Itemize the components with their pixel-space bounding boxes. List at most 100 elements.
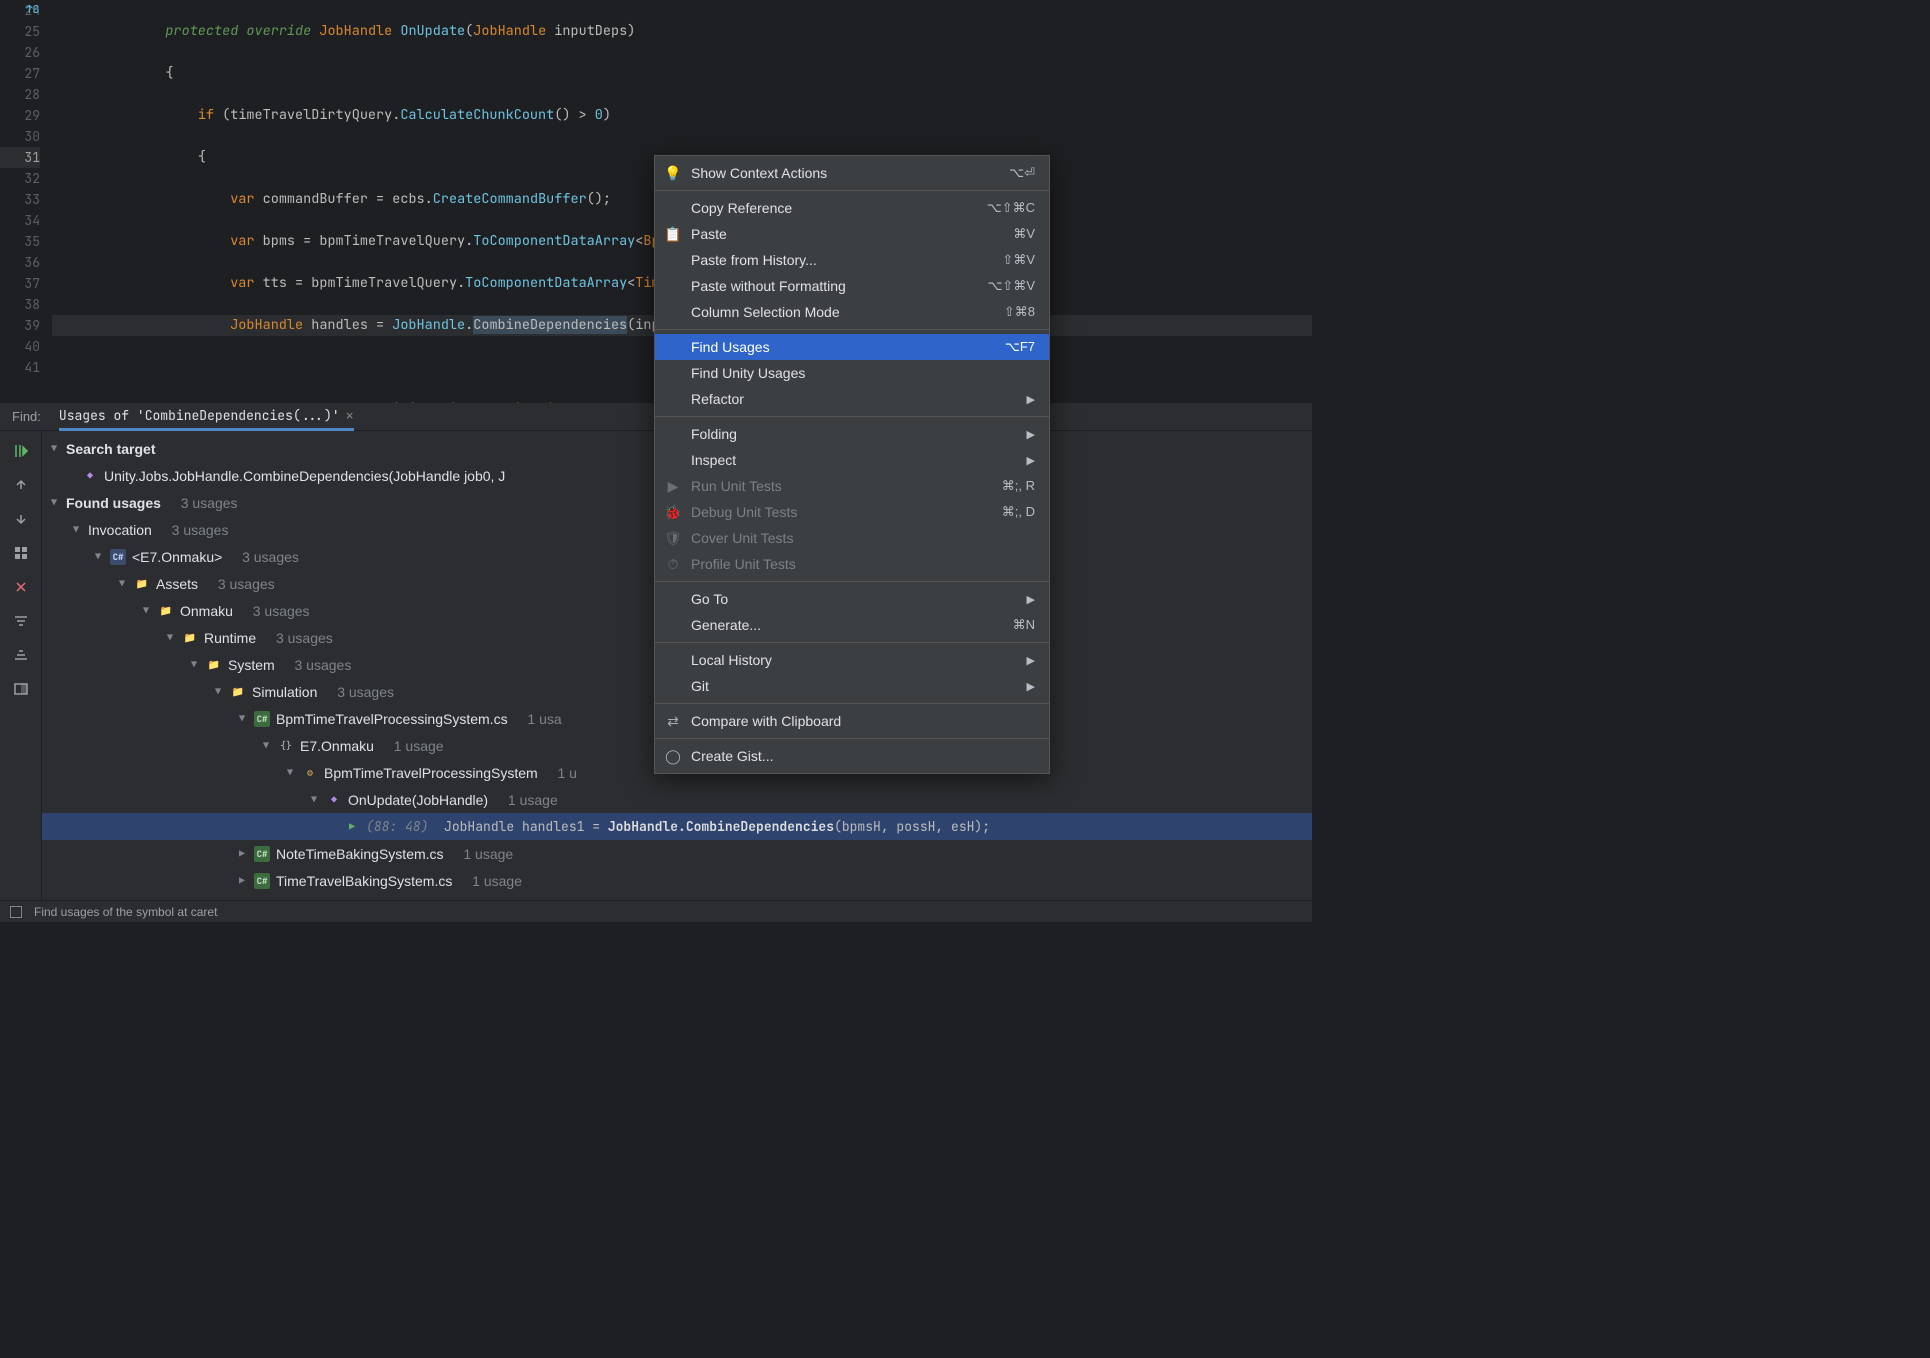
run-icon: ▶: [344, 819, 360, 835]
item-label: Inspect: [691, 452, 1017, 468]
prev-icon[interactable]: [9, 473, 33, 497]
item-label: Column Selection Mode: [691, 304, 994, 320]
ctx-inspect[interactable]: Inspect ▶: [655, 447, 1049, 473]
found-count: 3 usages: [181, 495, 238, 511]
usage-pre: JobHandle handles1 =: [444, 818, 608, 835]
item-label: Local History: [691, 652, 1017, 668]
item-label: Folding: [691, 426, 1017, 442]
file-count: 1 usage: [472, 873, 522, 889]
ident: timeTravelDirtyQuery: [230, 106, 392, 124]
ident: bpms: [263, 232, 295, 250]
ident: handles: [311, 316, 368, 334]
item-label: Profile Unit Tests: [691, 556, 1035, 572]
expand-icon[interactable]: [9, 609, 33, 633]
ctx-local-history[interactable]: Local History▶: [655, 647, 1049, 673]
ctx-goto[interactable]: Go To▶: [655, 586, 1049, 612]
ctx-generate[interactable]: Generate... ⌘N: [655, 612, 1049, 638]
folder-label: System: [228, 657, 275, 673]
next-icon[interactable]: [9, 507, 33, 531]
folder-label: Assets: [156, 576, 198, 592]
ctx-folding[interactable]: Folding▶: [655, 421, 1049, 447]
ctx-find-unity-usages[interactable]: Find Unity Usages: [655, 360, 1049, 386]
method-call: CreateCommandBuffer: [433, 190, 587, 208]
module-icon: C#: [110, 549, 126, 565]
ident: tts: [263, 274, 287, 292]
ctx-paste-history[interactable]: Paste from History...⇧⌘V: [655, 247, 1049, 273]
ctx-find-usages[interactable]: Find Usages⌥F7: [655, 334, 1049, 360]
item-shortcut: ⌘;, R: [1002, 478, 1035, 494]
folder-label: Runtime: [204, 630, 256, 646]
type: JobHandle: [230, 316, 303, 334]
csharp-file-icon: C#: [254, 846, 270, 862]
group-label: Invocation: [88, 522, 152, 538]
usage-row-selected[interactable]: ▶(88: 48) JobHandle handles1 = JobHandle…: [42, 813, 1312, 840]
collapse-icon[interactable]: [9, 643, 33, 667]
folder-count: 3 usages: [218, 576, 275, 592]
folder-icon: 📁: [158, 603, 174, 619]
item-shortcut: ⇧⌘8: [1004, 304, 1035, 320]
item-label: Git: [691, 678, 1017, 694]
preview-icon[interactable]: [9, 677, 33, 701]
ctx-show-context-actions[interactable]: 💡Show Context Actions⌥⏎: [655, 160, 1049, 186]
item-label: Find Unity Usages: [691, 365, 1035, 381]
keyword-if: if: [198, 106, 214, 124]
submenu-arrow-icon: ▶: [1027, 680, 1035, 693]
find-tab[interactable]: Usages of 'CombineDependencies(...)' ✕: [59, 403, 354, 431]
folder-count: 3 usages: [295, 657, 352, 673]
ctx-paste[interactable]: 📋Paste⌘V: [655, 221, 1049, 247]
item-shortcut: ⌘N: [1013, 617, 1035, 633]
item-label: Compare with Clipboard: [691, 713, 1035, 729]
method-call: ToComponentDataArray: [465, 274, 627, 292]
folder-count: 3 usages: [337, 684, 394, 700]
find-tab-label: Usages of 'CombineDependencies(...)': [59, 407, 340, 424]
file-row[interactable]: ▶C#TimeTravelBakingSystem.cs 1 usage: [42, 867, 1312, 894]
item-label: Paste without Formatting: [691, 278, 977, 294]
group-count: 3 usages: [172, 522, 229, 538]
ctx-profile-tests: ⏱Profile Unit Tests: [655, 551, 1049, 577]
keyword-var: var: [230, 232, 254, 250]
module-label: <E7.Onmaku>: [132, 549, 222, 565]
submenu-arrow-icon: ▶: [1027, 454, 1035, 467]
ns-count: 1 usage: [394, 738, 444, 754]
keyword-var: var: [230, 274, 254, 292]
ctx-refactor[interactable]: Refactor▶: [655, 386, 1049, 412]
run-icon: ▶: [665, 478, 681, 494]
item-label: Debug Unit Tests: [691, 504, 992, 520]
file-row[interactable]: ▶C#NoteTimeBakingSystem.cs 1 usage: [42, 840, 1312, 867]
file-label: NoteTimeBakingSystem.cs: [276, 846, 444, 862]
ctx-column-select[interactable]: Column Selection Mode ⇧⌘8: [655, 299, 1049, 325]
ident: commandBuffer: [263, 190, 368, 208]
bug-icon: 🐞: [665, 504, 681, 520]
type: JobHandle: [392, 316, 465, 334]
ns-label: E7.Onmaku: [300, 738, 374, 754]
ident: bpmTimeTravelQuery: [319, 232, 465, 250]
method-row[interactable]: ▼◆OnUpdate(JobHandle) 1 usage: [42, 786, 1312, 813]
ctx-git[interactable]: Git ▶: [655, 673, 1049, 699]
item-shortcut: ⌥F7: [1005, 339, 1035, 355]
close-icon[interactable]: ✕: [346, 407, 354, 424]
method-call-selected: CombineDependencies: [473, 316, 627, 334]
vcs-arrow-icon: ↑0: [26, 0, 39, 21]
ctx-create-gist[interactable]: ◯Create Gist...: [655, 743, 1049, 769]
namespace-icon: {}: [278, 738, 294, 754]
class-icon: ⚙: [302, 765, 318, 781]
ctx-paste-no-format[interactable]: Paste without Formatting⌥⇧⌘V: [655, 273, 1049, 299]
folder-label: Simulation: [252, 684, 317, 700]
item-label: Generate...: [691, 617, 1003, 633]
separator: [655, 642, 1049, 643]
rerun-icon[interactable]: [9, 439, 33, 463]
group-icon[interactable]: [9, 541, 33, 565]
ctx-copy-reference[interactable]: Copy Reference⌥⇧⌘C: [655, 195, 1049, 221]
ctx-compare-clipboard[interactable]: ⇄Compare with Clipboard: [655, 708, 1049, 734]
context-menu[interactable]: 💡Show Context Actions⌥⏎ Copy Reference⌥⇧…: [654, 155, 1050, 774]
ctx-debug-tests: 🐞Debug Unit Tests⌘;, D: [655, 499, 1049, 525]
method-call: ToComponentDataArray: [473, 232, 635, 250]
method-count: 1 usage: [508, 792, 558, 808]
ident: ecbs: [392, 190, 424, 208]
separator: [655, 703, 1049, 704]
merge-icon[interactable]: [9, 575, 33, 599]
status-bar: Find usages of the symbol at caret: [0, 900, 1312, 922]
submenu-arrow-icon: ▶: [1027, 593, 1035, 606]
status-text: Find usages of the symbol at caret: [34, 905, 217, 919]
type: JobHandle: [319, 22, 392, 40]
